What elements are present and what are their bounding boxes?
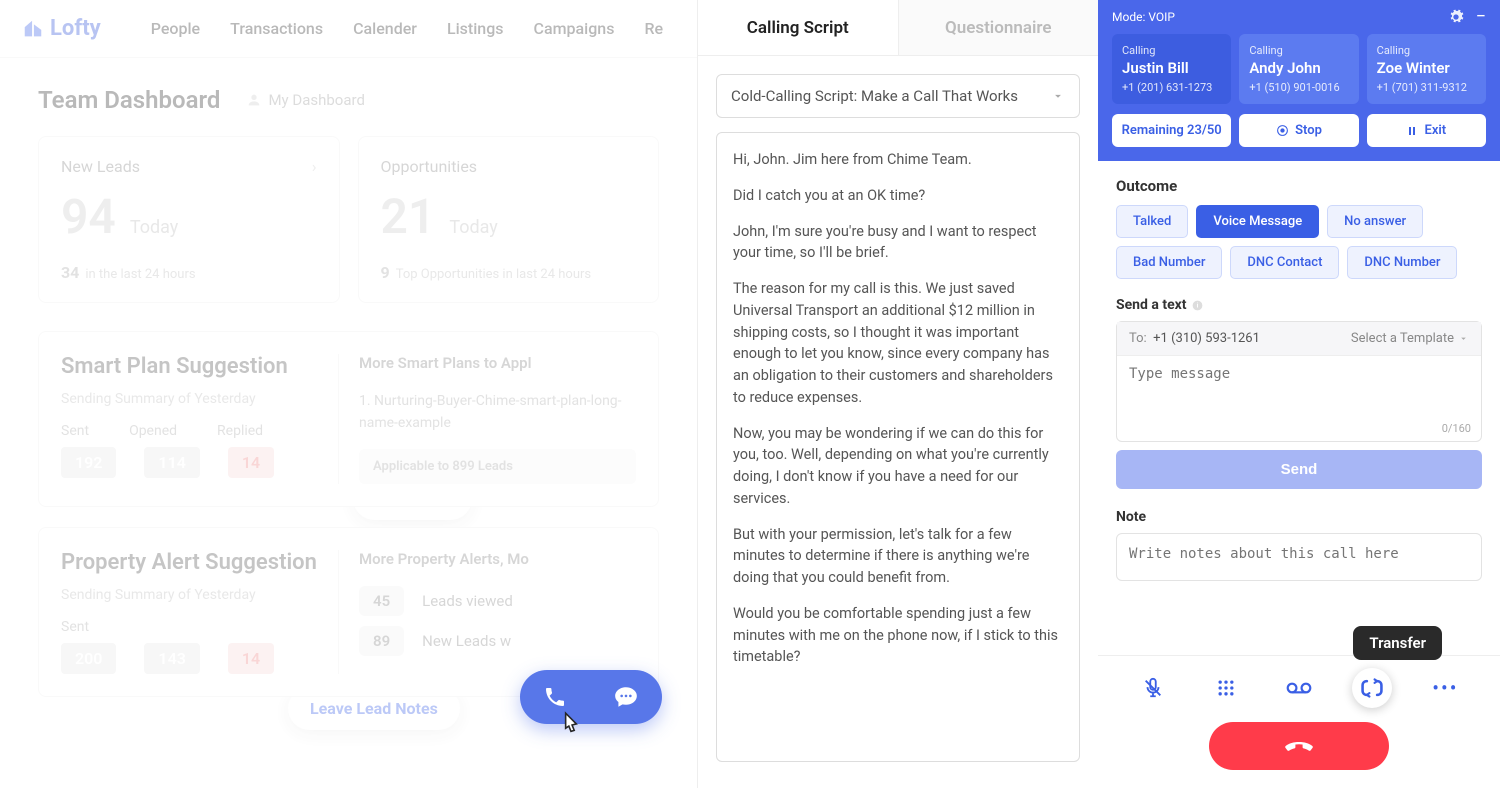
voicemail-icon[interactable]: [1279, 668, 1319, 708]
exit-button[interactable]: Exit: [1367, 114, 1486, 147]
caller-card[interactable]: Calling Zoe Winter +1 (701) 311-9312: [1367, 34, 1486, 104]
caller-card[interactable]: Calling Justin Bill +1 (201) 631-1273: [1112, 34, 1231, 104]
chevron-down-icon: [1051, 89, 1065, 103]
chevron-down-icon: [1458, 333, 1469, 344]
message-input[interactable]: [1117, 356, 1481, 418]
tab-questionnaire[interactable]: Questionnaire: [898, 0, 1099, 55]
stop-button[interactable]: Stop: [1239, 114, 1358, 147]
outcome-dnc-contact[interactable]: DNC Contact: [1230, 246, 1339, 279]
info-icon: i: [1191, 299, 1204, 312]
send-button[interactable]: Send: [1116, 450, 1482, 489]
mute-icon[interactable]: [1133, 668, 1173, 708]
caller-card[interactable]: Calling Andy John +1 (510) 901-0016: [1239, 34, 1358, 104]
note-label: Note: [1116, 509, 1482, 525]
note-input[interactable]: [1116, 533, 1482, 581]
transfer-tooltip: Transfer: [1353, 626, 1442, 660]
stop-icon: [1276, 124, 1289, 137]
calling-script-panel: Calling Script Questionnaire Cold-Callin…: [697, 0, 1098, 788]
dialer-panel: Mode: VOIP − Calling Justin Bill +1 (201…: [1098, 0, 1500, 788]
floating-action-button[interactable]: [520, 670, 662, 724]
phone-icon: [543, 685, 567, 709]
gear-icon[interactable]: [1448, 9, 1464, 25]
pause-icon: [1406, 125, 1418, 137]
dashboard-panel: Lofty People Transactions Calender Listi…: [0, 0, 697, 788]
chat-icon: [613, 684, 639, 710]
svg-text:i: i: [1196, 301, 1198, 309]
outcome-talked[interactable]: Talked: [1116, 205, 1188, 238]
tab-calling-script[interactable]: Calling Script: [698, 0, 898, 55]
outcome-dnc-number[interactable]: DNC Number: [1347, 246, 1457, 279]
outcome-bad-number[interactable]: Bad Number: [1116, 246, 1222, 279]
script-select[interactable]: Cold-Calling Script: Make a Call That Wo…: [716, 74, 1080, 118]
transfer-icon[interactable]: Transfer: [1352, 668, 1392, 708]
send-text-label: Send a text i: [1116, 297, 1482, 313]
dialer-mode: Mode: VOIP: [1112, 10, 1175, 24]
outcome-label: Outcome: [1116, 177, 1482, 195]
cursor-icon: [558, 710, 584, 740]
dialpad-icon[interactable]: [1206, 668, 1246, 708]
remaining-button[interactable]: Remaining 23/50: [1112, 114, 1231, 147]
outcome-no-answer[interactable]: No answer: [1327, 205, 1423, 238]
hangup-button[interactable]: [1209, 722, 1389, 770]
minimize-icon[interactable]: −: [1476, 8, 1486, 26]
more-icon[interactable]: •••: [1425, 668, 1465, 708]
outcome-voice-message[interactable]: Voice Message: [1196, 205, 1319, 238]
char-count: 0/160: [1117, 422, 1481, 441]
template-select[interactable]: Select a Template: [1351, 331, 1469, 346]
script-content: Hi, John. Jim here from Chime Team. Did …: [716, 132, 1080, 762]
